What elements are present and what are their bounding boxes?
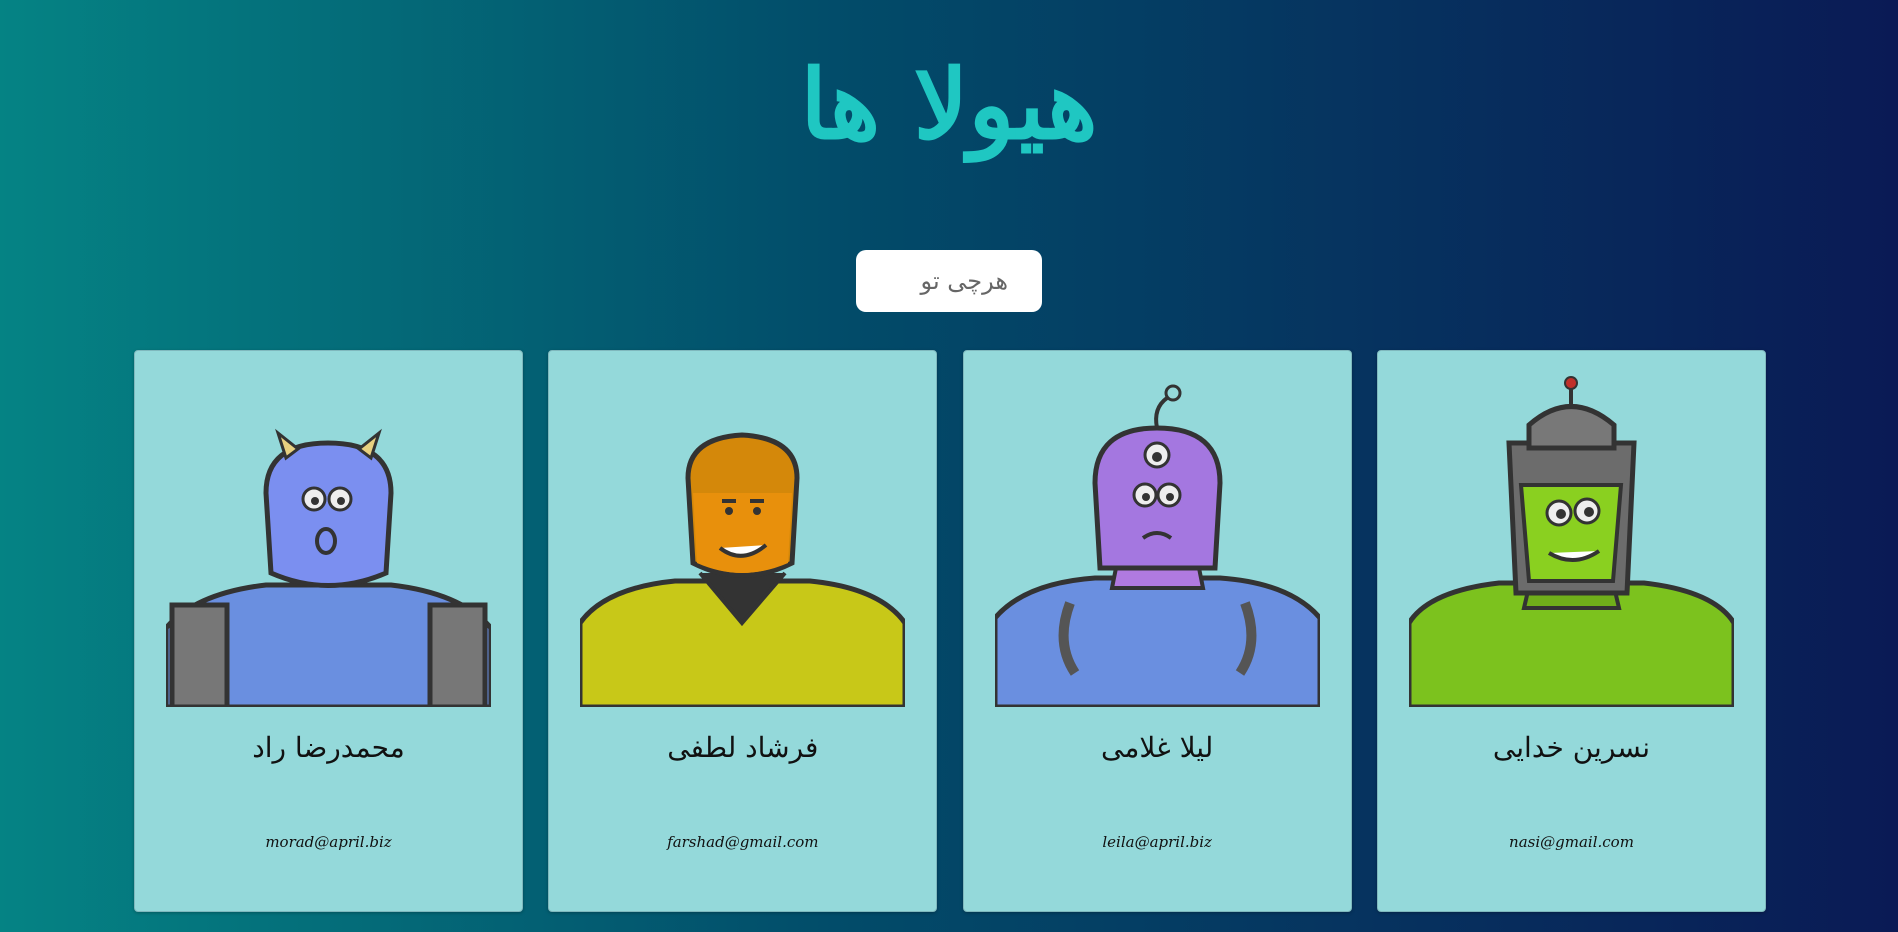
monster-name: لیلا غلامی	[1101, 731, 1214, 764]
monster-card[interactable]: لیلا غلامی leila@april.biz	[962, 350, 1352, 912]
search-input[interactable]	[856, 250, 1042, 312]
monster-email: nasi@gmail.com	[1509, 833, 1634, 851]
monster-card[interactable]: محمدرضا راد morad@april.biz	[134, 350, 523, 912]
purple-cyclops-monster-icon	[994, 373, 1320, 707]
monster-email: leila@april.biz	[1102, 833, 1212, 851]
green-robot-monster-icon	[1408, 373, 1734, 707]
page-title: هیولا ها	[800, 48, 1098, 161]
monster-email: farshad@gmail.com	[667, 833, 819, 851]
monster-card[interactable]: نسرین خدایی nasi@gmail.com	[1376, 350, 1766, 912]
monster-name: نسرین خدایی	[1492, 731, 1651, 764]
card-list: نسرین خدایی nasi@gmail.com لیلا غلامی le…	[134, 350, 1766, 912]
monster-card[interactable]: فرشاد لطفی farshad@gmail.com	[548, 350, 938, 912]
blue-horned-monster-icon	[166, 373, 491, 707]
monster-email: morad@april.biz	[265, 833, 392, 851]
monster-name: محمدرضا راد	[252, 731, 405, 764]
monster-name: فرشاد لطفی	[667, 731, 819, 764]
orange-helmet-monster-icon	[580, 373, 906, 707]
